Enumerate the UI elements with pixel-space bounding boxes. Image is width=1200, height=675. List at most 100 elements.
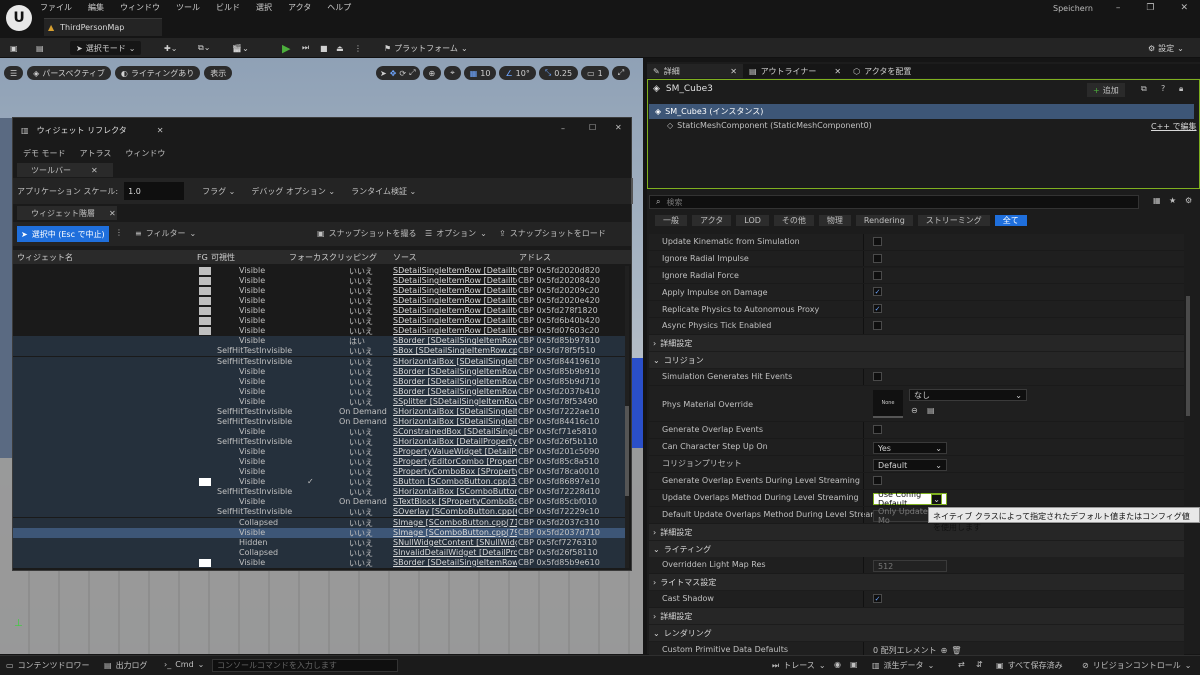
more-icon[interactable]: ⋮ [115,228,123,237]
table-row[interactable]: Visible いいえ SPropertyEditorCombo [Proper… [13,457,625,468]
source-link[interactable]: SDetailSingleItemRow [DetailItem [393,286,517,295]
category-lightmass[interactable]: › ライトマス設定 [649,574,1184,590]
table-row[interactable]: Visible いいえ SBorder [SDetailSingleItemRo… [13,366,625,377]
preset-combo[interactable]: Default ⌄ [873,459,947,471]
source-link[interactable]: SDetailSingleItemRow [DetailItem [393,316,517,325]
maximize-viewport-icon[interactable]: ⤢ [611,66,631,80]
gear-icon[interactable]: ⚙ [1185,196,1192,205]
derived-data-button[interactable]: ▥ 派生データ ⌄ [872,660,934,671]
checkbox[interactable] [873,253,882,263]
source-link[interactable]: SHorizontalBox [SDetailSingleItem [393,417,517,426]
source-link[interactable]: SBox [SDetailSingleItemRow.cpp(2 [393,346,517,355]
filter-chip[interactable]: アクタ [692,215,732,226]
rotate-icon[interactable]: ⟳ [399,69,406,78]
play-icon[interactable]: ▶ [282,41,290,55]
add-content-icon[interactable]: ✚⌄ [164,41,177,55]
revision-control-button[interactable]: ⊘ リビジョンコントロール ⌄ [1082,660,1191,671]
table-row[interactable]: Visible いいえ SPropertyValueWidget [Detail… [13,447,625,458]
menu-window[interactable]: ウィンドウ [125,148,165,159]
move-icon[interactable]: ✥ [390,69,397,78]
delete-icon[interactable]: 🗑︎ [951,646,961,655]
maximize-icon[interactable]: ❐ [1146,3,1154,13]
close-tab-icon[interactable]: ✕ [157,126,164,135]
source-link[interactable]: SHorizontalBox [SComboButton.cpp [393,487,517,496]
runtime-verify-dropdown[interactable]: ランタイム検証 ⌄ [351,186,416,197]
source-link[interactable]: SDetailSingleItemRow [DetailItem [393,276,517,285]
trace-button[interactable]: ⏭ トレース ⌄ [772,660,826,671]
source-link[interactable]: SDetailSingleItemRow [DetailItem [393,266,517,275]
table-row[interactable]: SelfHitTestInvisible On Demand SHorizont… [13,416,625,427]
surface-snap-icon[interactable]: ⌖ [444,66,461,80]
menu-select[interactable]: 選択 [256,2,272,14]
phys-material-combo[interactable]: なし ⌄ [909,389,1027,401]
hierarchy-tab-label[interactable]: ウィジェット階層 [31,208,95,219]
menu-file[interactable]: ファイル [40,2,72,14]
toolbar-tab-label[interactable]: ツールバー [31,165,71,176]
table-row[interactable]: SelfHitTestInvisible いいえ SHorizontalBox … [13,437,625,448]
source-link[interactable]: SConstrainedBox [SDetailSingleIte [393,427,517,436]
table-row[interactable]: Visible いいえ SBorder [SDetailSingleItemRo… [13,557,625,568]
source-link[interactable]: SOverlay [SComboButton.cpp(65)] [393,507,517,516]
tree-scrollbar[interactable] [625,266,629,568]
table-row[interactable]: Visible いいえ SConstrainedBox [SDetailSing… [13,426,625,437]
tab-outliner[interactable]: ▤ アウトライナー ✕ [743,64,847,78]
filter-chip[interactable]: 一般 [655,215,687,226]
table-row[interactable]: Visible いいえ SImage [SComboButton.cpp(79)… [13,527,625,538]
platform-button[interactable]: ⚑ プラットフォーム ⌄ [384,41,468,55]
source-icon[interactable]: ⇄ [958,660,965,669]
source-link[interactable]: SSplitter [SDetailSingleItemRow.cp [393,397,517,406]
table-row[interactable]: Visible いいえ SDetailSingleItemRow [Detail… [13,296,625,307]
menu-tools[interactable]: ツール [176,2,200,14]
col-clipping[interactable]: クリッピング [329,252,377,263]
transform-tools[interactable]: ➤ ✥ ⟳ ⤢ [376,66,420,80]
actor-name[interactable]: SM_Cube3 [666,84,713,94]
col-focus[interactable]: フォーカス [289,252,329,263]
stop-icon[interactable]: ■ [320,41,328,55]
col-visibility[interactable]: 可視性 [211,252,235,263]
menu-demo-mode[interactable]: デモ モード [23,148,66,159]
screenshot-icon[interactable]: ▣ [850,660,858,669]
category-collision[interactable]: ⌄ コリジョン [649,352,1184,368]
scale-snap-button[interactable]: ⤡ 0.25 [538,66,579,80]
table-row[interactable]: Visible On Demand STextBlock [SPropertyC… [13,497,625,508]
blueprint-icon[interactable]: ⧉ [1141,84,1147,94]
menu-build[interactable]: ビルド [216,2,240,14]
menu-edit[interactable]: 編集 [88,2,104,14]
toolbar-scrollbar[interactable] [631,178,633,204]
asset-thumbnail[interactable]: None [873,390,903,418]
col-address[interactable]: アドレス [519,252,551,263]
table-row[interactable]: Visible いいえ SBorder [SDetailSingleItemRo… [13,386,625,397]
table-row[interactable]: SelfHitTestInvisible いいえ SHorizontalBox … [13,487,625,498]
debug-options-dropdown[interactable]: デバッグ オプション ⌄ [251,186,335,197]
add-component-button[interactable]: + 追加 [1087,83,1125,97]
table-row[interactable]: Visible いいえ SDetailSingleItemRow [Detail… [13,286,625,297]
close-icon[interactable]: ✕ [615,123,622,132]
filter-chip[interactable]: 全て [994,215,1027,226]
table-row[interactable]: Visible ✓ いいえ SButton [SComboButton.cpp(… [13,477,625,488]
component-instance-row[interactable]: ◈ SM_Cube3 (インスタンス) [649,104,1194,119]
source-link[interactable]: SHorizontalBox [SDetailSingleItem [393,407,517,416]
use-selected-icon[interactable]: ⊖ [911,406,918,415]
help-icon[interactable]: ? [1161,84,1165,93]
search-field[interactable]: ⌕ 検索 [649,195,1139,209]
source-link[interactable]: SInvalidDetailWidget [DetailProp [393,548,517,557]
show-button[interactable]: 表示 [204,66,233,80]
step-icon[interactable]: ⏭ [302,41,309,55]
checkbox[interactable] [873,476,882,485]
menu-help[interactable]: ヘルプ [327,2,351,14]
close-tab-icon[interactable]: ✕ [834,67,841,76]
details-scrollbar[interactable] [1185,236,1191,654]
table-row[interactable]: SelfHitTestInvisible On Demand SHorizont… [13,406,625,417]
close-tab-icon[interactable]: ✕ [91,166,98,175]
menu-atlas[interactable]: アトラス [80,148,112,159]
col-fg[interactable]: FG [197,253,208,262]
output-log-button[interactable]: ▤ 出力ログ [104,660,148,671]
table-row[interactable]: Hidden いいえ SNullWidgetContent [SNullWidg… [13,537,625,548]
source-link[interactable]: SButton [SComboButton.cpp(33)] [393,477,517,486]
checkbox[interactable] [873,270,882,280]
perspective-button[interactable]: ◈ パースペクティブ [27,66,111,80]
add-element-icon[interactable]: ⊕ [941,646,948,655]
table-row[interactable]: SelfHitTestInvisible いいえ SBox [SDetailSi… [13,346,625,357]
save-icon[interactable]: ▣ [10,41,18,55]
record-icon[interactable]: ◉ [834,660,841,669]
